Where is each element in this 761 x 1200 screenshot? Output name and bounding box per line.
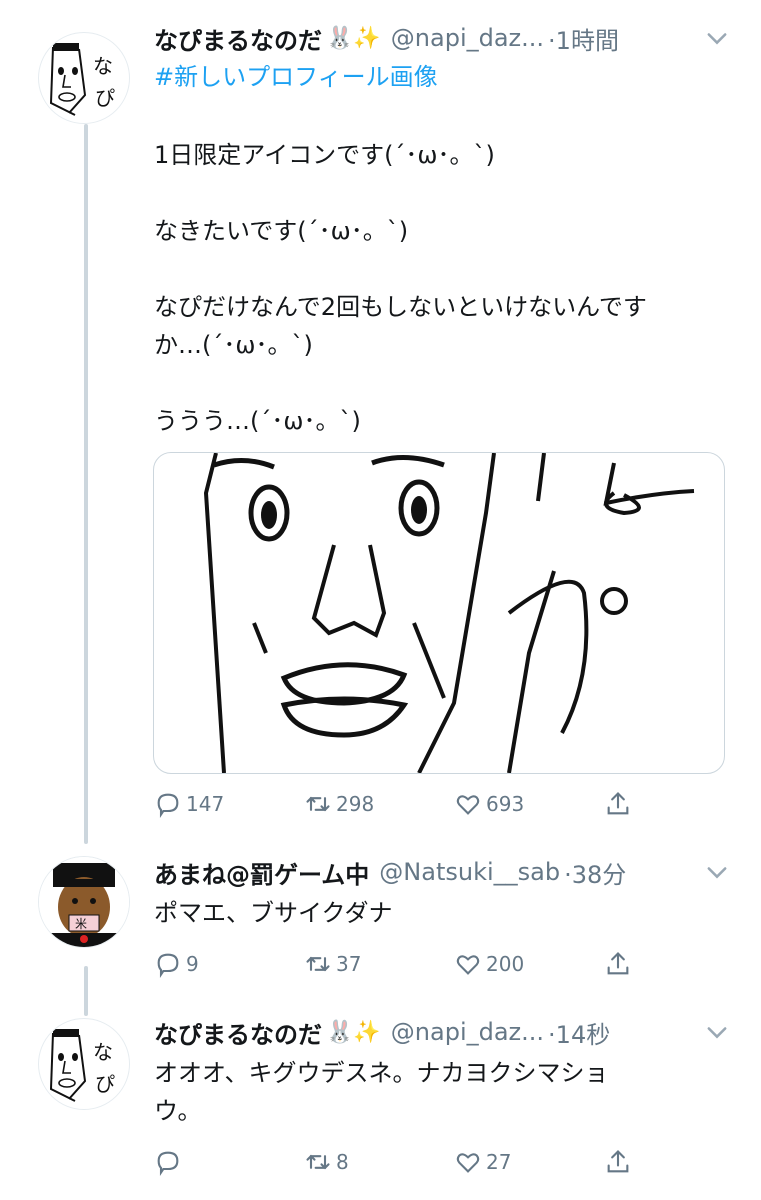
retweet-button[interactable]: 298 [304, 784, 374, 824]
chevron-down-icon[interactable] [703, 1018, 731, 1046]
reply-count: 147 [186, 792, 225, 816]
reply-count: 9 [186, 952, 199, 976]
svg-text:ぴ: ぴ [95, 86, 115, 110]
like-button[interactable]: 693 [454, 784, 524, 824]
retweet-button[interactable]: 8 [304, 1142, 349, 1182]
reply-icon [157, 953, 179, 978]
svg-text:ぴ: ぴ [95, 1072, 115, 1096]
share-button[interactable] [604, 784, 636, 824]
tweet-text: オオオ、キグウデスネ。ナカヨクシマショ ウ。 [154, 1059, 609, 1125]
retweet-count: 298 [336, 792, 375, 816]
like-count: 200 [486, 952, 525, 976]
share-icon [607, 1150, 629, 1173]
face-drawing [203, 453, 695, 773]
tweet-actions: 8 27 [154, 1142, 644, 1182]
heart-icon [456, 955, 480, 975]
timestamp[interactable]: ·38分 [564, 855, 626, 890]
handle[interactable]: @Natsuki__sab [379, 858, 560, 886]
share-icon [607, 792, 629, 815]
timestamp[interactable]: ·1時間 [548, 21, 619, 56]
tweet-image[interactable] [153, 452, 725, 774]
tweet-header: あまね@罰ゲーム中 @Natsuki__sab ·38分 [154, 852, 731, 892]
avatar[interactable]: 米 [38, 856, 130, 948]
like-count: 693 [486, 792, 525, 816]
reply-button[interactable]: 9 [154, 944, 199, 984]
svg-text:な: な [93, 1040, 113, 1064]
heart-icon [456, 795, 480, 815]
avatar-drawing: な ぴ [49, 43, 115, 116]
like-button[interactable]: 200 [454, 944, 524, 984]
reply-button[interactable]: 147 [154, 784, 224, 824]
like-count: 27 [486, 1150, 512, 1174]
thread-line [84, 124, 88, 844]
retweet-button[interactable]: 37 [304, 944, 361, 984]
avatar[interactable]: な ぴ [38, 32, 130, 124]
tweet-actions: 9 37 200 [154, 944, 644, 984]
avatar-drawing: 米 [39, 857, 129, 947]
retweet-icon [306, 1154, 330, 1170]
thread-line [84, 966, 88, 1016]
hashtag-link[interactable]: #新しいプロフィール画像 [154, 58, 731, 96]
retweet-count: 37 [336, 952, 362, 976]
tweet-header: なぴまるなのだ 🐰✨ @napi_daz... ·14秒 [154, 1012, 731, 1052]
like-button[interactable]: 27 [454, 1142, 511, 1182]
tweet-text: 1日限定アイコンです(´･ω･。`) なきたいです(´･ω･。`) なぴだけなん… [154, 141, 647, 435]
heart-icon [456, 1153, 480, 1173]
share-button[interactable] [604, 1142, 636, 1182]
timestamp[interactable]: ·14秒 [548, 1015, 610, 1050]
display-name[interactable]: なぴまるなのだ [154, 1015, 322, 1050]
retweet-icon [306, 796, 330, 812]
avatar-drawing: な ぴ [49, 1029, 115, 1102]
display-name[interactable]: あまね@罰ゲーム中 [154, 855, 369, 890]
avatar[interactable]: な ぴ [38, 1018, 130, 1110]
reply-icon [157, 793, 179, 818]
name-emoji: 🐰✨ [326, 25, 381, 51]
retweet-count: 8 [336, 1150, 349, 1174]
chevron-down-icon[interactable] [703, 858, 731, 886]
reply-button[interactable] [154, 1142, 186, 1182]
share-icon [607, 952, 629, 975]
tweet-text: ポマエ、ブサイクダナ [154, 899, 393, 927]
handle[interactable]: @napi_daz... [391, 24, 544, 52]
name-emoji: 🐰✨ [326, 1019, 381, 1045]
display-name[interactable]: なぴまるなのだ [154, 21, 322, 56]
retweet-icon [306, 956, 330, 972]
tweet-header: なぴまるなのだ 🐰✨ @napi_daz... ·1時間 [154, 18, 731, 58]
svg-text:な: な [93, 54, 113, 78]
svg-text:米: 米 [75, 917, 87, 931]
share-button[interactable] [604, 944, 636, 984]
tweet-actions: 147 298 693 [154, 784, 644, 824]
chevron-down-icon[interactable] [703, 24, 731, 52]
reply-icon [157, 1151, 179, 1176]
handle[interactable]: @napi_daz... [391, 1018, 544, 1046]
